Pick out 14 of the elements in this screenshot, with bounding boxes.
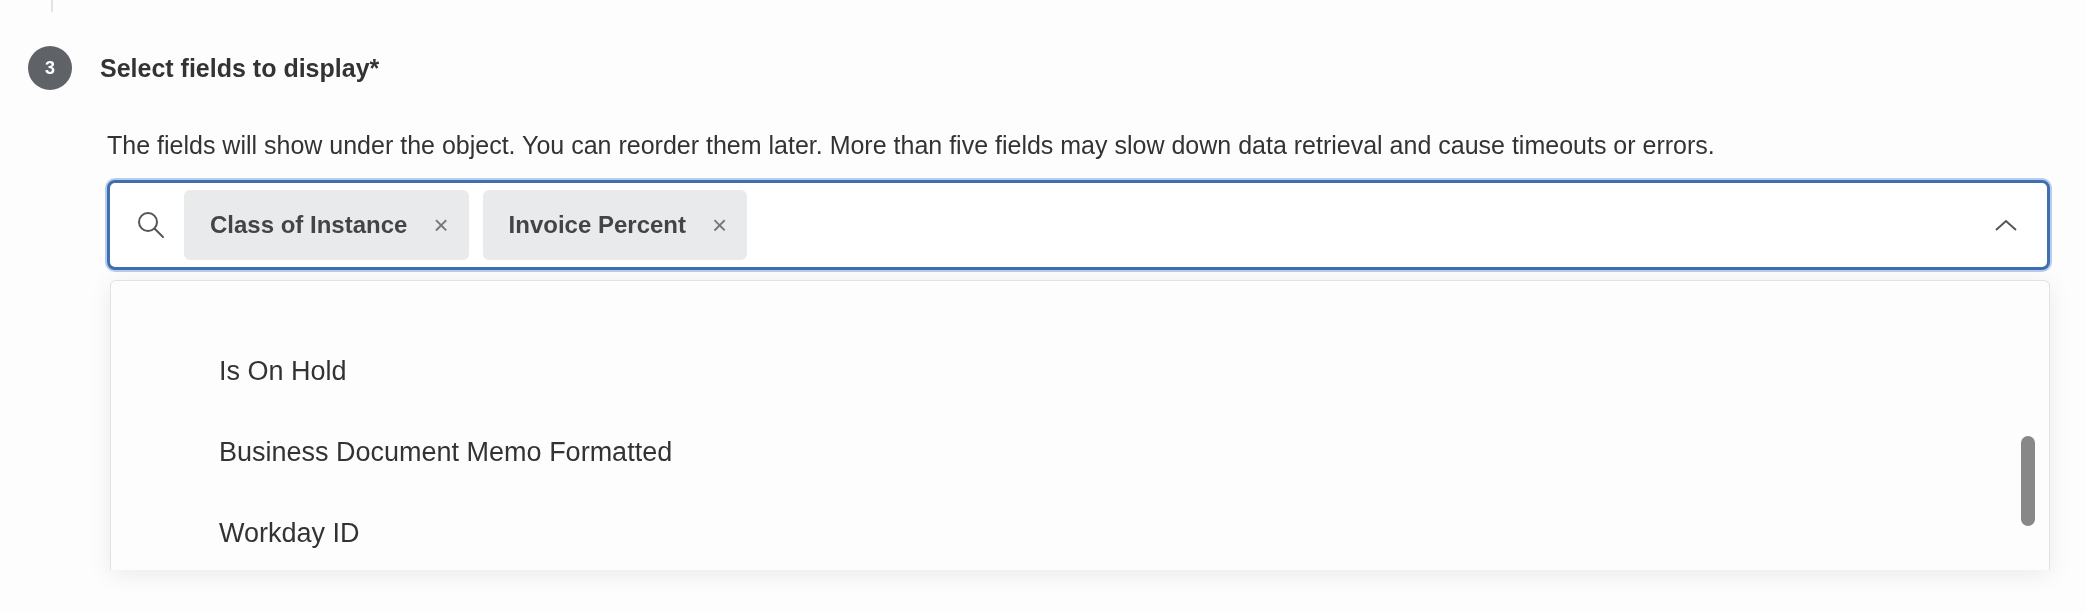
multi-select-field[interactable]: Class of Instance × Invoice Percent ×	[107, 180, 2050, 270]
chip-label: Class of Instance	[210, 211, 408, 239]
dropdown-option[interactable]: Business Document Memo Formatted	[111, 412, 2049, 493]
search-icon	[136, 210, 166, 240]
remove-chip-button[interactable]: ×	[712, 209, 728, 241]
step-description: The fields will show under the object. You can reorder them later. More than five fields may slow down data retrieval and cause timeouts or errors.	[107, 130, 1716, 161]
dropdown-option[interactable]: Is On Hold	[111, 331, 2049, 412]
scrollbar-thumb[interactable]	[2021, 436, 2035, 526]
chip-label: Invoice Percent	[508, 211, 686, 239]
step-title: Select fields to display*	[100, 53, 380, 83]
chevron-icon[interactable]	[1993, 217, 2019, 233]
step-number: 3	[28, 46, 72, 90]
dropdown-option[interactable]: Workday ID	[111, 493, 2049, 574]
remove-chip-button[interactable]: ×	[433, 209, 449, 241]
